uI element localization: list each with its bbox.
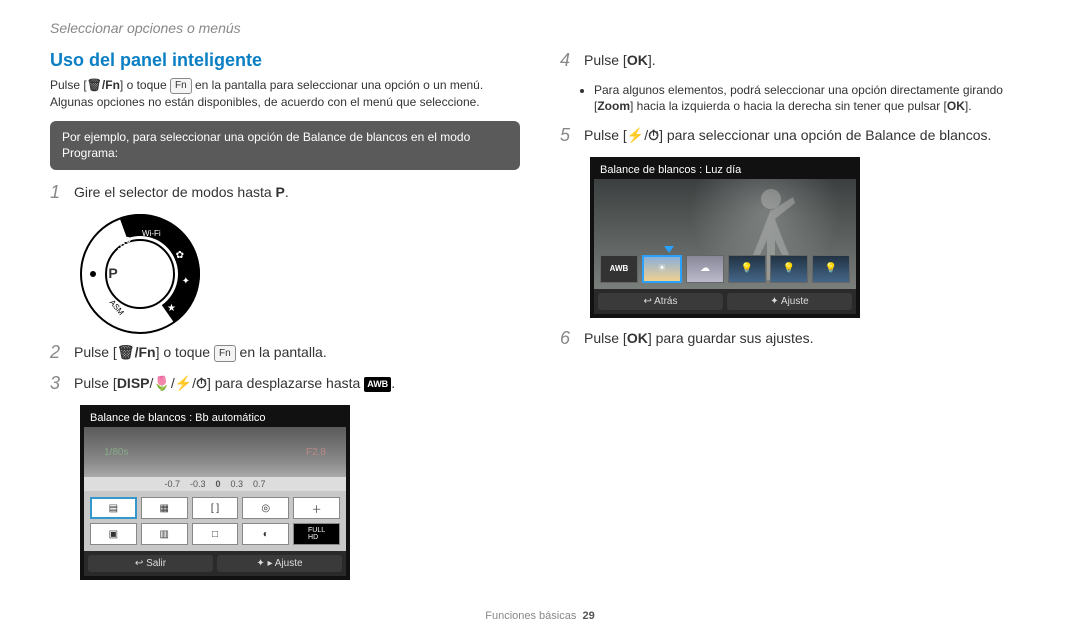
cam2-wb-fluor3[interactable]: 💡 (812, 255, 850, 283)
mode-p-icon: P (276, 184, 285, 200)
flash-icon: ⚡ (627, 127, 644, 143)
cam1-option[interactable]: ▦ (141, 497, 188, 519)
step4-text-b: ]. (648, 52, 656, 68)
mode-dial-selected: P (102, 262, 124, 284)
step-number: 2 (50, 342, 64, 364)
cam2-wb-awb[interactable]: AWB (600, 255, 638, 283)
cam1-ev-scale: -0.7 -0.3 0 0.3 0.7 (84, 477, 346, 491)
timer-icon: ⏱ (196, 375, 207, 391)
cam2-back-button[interactable]: ↩ Atrás (598, 293, 723, 310)
step-number: 5 (560, 125, 574, 147)
cam2-wb-fluor1[interactable]: 💡 (728, 255, 766, 283)
step3-text-b: ] para desplazarse hasta (207, 375, 364, 391)
step4-note-c: ]. (965, 99, 972, 113)
cam2-title: Balance de blancos : Luz día (594, 161, 856, 179)
mode-dial-wifi: Wi-Fi (142, 229, 161, 238)
cam2-wb-daylight[interactable]: ☀ (642, 255, 682, 283)
intro-text: Pulse [🗑/Fn] o toque Fn en la pantalla p… (50, 77, 520, 111)
step-4: 4 Pulse [OK]. (560, 50, 1030, 72)
camera-screen-2: Balance de blancos : Luz día AWB ☀ ☁ 💡 💡… (590, 157, 860, 318)
cam1-aperture: F2.8 (306, 447, 326, 458)
intro-part-a: Pulse [ (50, 78, 87, 92)
page-footer: Funciones básicas 29 (0, 610, 1080, 622)
step1-text-a: Gire el selector de modos hasta (74, 184, 276, 200)
camera-screen-1: Balance de blancos : Bb automático 1/80s… (80, 405, 350, 580)
step4-note-b: ] hacia la izquierda o hacia la derecha … (630, 99, 947, 113)
step2-text-c: en la pantalla. (236, 344, 327, 360)
cam2-wb-fluor2[interactable]: 💡 (770, 255, 808, 283)
cam1-option[interactable]: ＋ (293, 497, 340, 519)
intro-line2: Algunas opciones no están disponibles, d… (50, 95, 480, 109)
example-callout: Por ejemplo, para seleccionar una opción… (50, 121, 520, 171)
breadcrumb: Seleccionar opciones o menús (50, 20, 1030, 36)
flash-icon: ⚡ (175, 375, 192, 391)
fn-key: Fn (170, 78, 192, 94)
step3-text-c: . (391, 375, 395, 391)
step-number: 6 (560, 328, 574, 350)
step5-text-a: Pulse [ (584, 127, 627, 143)
left-column: Uso del panel inteligente Pulse [🗑/Fn] o… (50, 50, 520, 590)
step1-text-b: . (285, 184, 289, 200)
cam1-option-grid: ▤ ▦ [⁠ ] ◎ ＋ ▣ ▥ □ ◐ FULLHD (84, 491, 346, 551)
page-number: 29 (582, 610, 594, 622)
macro-icon: 🌷 (153, 375, 170, 391)
step3-text-a: Pulse [ (74, 375, 117, 391)
cam1-option[interactable]: □ (192, 523, 239, 545)
step2-text-a: Pulse [ (74, 344, 117, 360)
cam2-preview: AWB ☀ ☁ 💡 💡 💡 (594, 179, 856, 289)
cam1-back-button[interactable]: ↩ Salir (88, 555, 213, 572)
cam1-option[interactable]: ▣ (90, 523, 137, 545)
cam1-title: Balance de blancos : Bb automático (84, 409, 346, 427)
step-number: 4 (560, 50, 574, 72)
mode-dial-illustration: P AUTO Wi-Fi ASM ✿ ✦ ★ (80, 214, 200, 334)
step2-text-b: ] o toque (156, 344, 214, 360)
step-5: 5 Pulse [⚡/⏱] para seleccionar una opció… (560, 125, 1030, 147)
step-number: 1 (50, 182, 64, 204)
step5-text-b: ] para seleccionar una opción de Balance… (659, 127, 991, 143)
timer-icon: ⏱ (648, 127, 659, 143)
cam1-adjust-button[interactable]: ✦ ▸ Ajuste (217, 555, 342, 572)
step6-text-b: ] para guardar sus ajustes. (648, 330, 814, 346)
cam1-option[interactable]: [⁠ ] (192, 497, 239, 519)
fn-key: Fn (214, 345, 236, 362)
step4-note: Para algunos elementos, podrá selecciona… (584, 82, 1030, 116)
footer-section-label: Funciones básicas (485, 610, 576, 622)
ok-icon: OK (627, 50, 648, 71)
trash-fn-icon: 🗑/Fn (117, 344, 156, 360)
intro-part-c: en la pantalla para seleccionar una opci… (192, 78, 484, 92)
page-title: Uso del panel inteligente (50, 50, 520, 71)
cam1-option[interactable]: ◐ (242, 523, 289, 545)
cam1-option-awb[interactable]: ▤ (90, 497, 137, 519)
cam1-option[interactable]: FULLHD (293, 523, 340, 545)
step-6: 6 Pulse [OK] para guardar sus ajustes. (560, 328, 1030, 350)
selection-pointer-icon (664, 246, 674, 253)
cam2-wb-options: AWB ☀ ☁ 💡 💡 💡 (600, 255, 850, 283)
ok-icon: OK (947, 98, 965, 115)
cam1-option[interactable]: ◎ (242, 497, 289, 519)
step-number: 3 (50, 373, 64, 395)
step-2: 2 Pulse [🗑/Fn] o toque Fn en la pantalla… (50, 342, 520, 364)
zoom-label: Zoom (597, 99, 630, 113)
cam1-option[interactable]: ▥ (141, 523, 188, 545)
cam2-wb-cloudy[interactable]: ☁ (686, 255, 724, 283)
cam1-shutter: 1/80s (104, 447, 128, 458)
awb-badge-icon: AWB (364, 377, 391, 393)
cam1-preview: 1/80s F2.8 (84, 427, 346, 477)
step-3: 3 Pulse [DISP/🌷/⚡/⏱] para desplazarse ha… (50, 373, 520, 395)
step4-text-a: Pulse [ (584, 52, 627, 68)
disp-icon: DISP (117, 375, 150, 391)
intro-part-b: ] o toque (120, 78, 170, 92)
ok-icon: OK (627, 328, 648, 349)
right-column: 4 Pulse [OK]. Para algunos elementos, po… (560, 50, 1030, 590)
cam2-adjust-button[interactable]: ✦ Ajuste (727, 293, 852, 310)
trash-fn-icon: 🗑/Fn (87, 78, 120, 92)
step-1: 1 Gire el selector de modos hasta P. (50, 182, 520, 204)
step6-text-a: Pulse [ (584, 330, 627, 346)
